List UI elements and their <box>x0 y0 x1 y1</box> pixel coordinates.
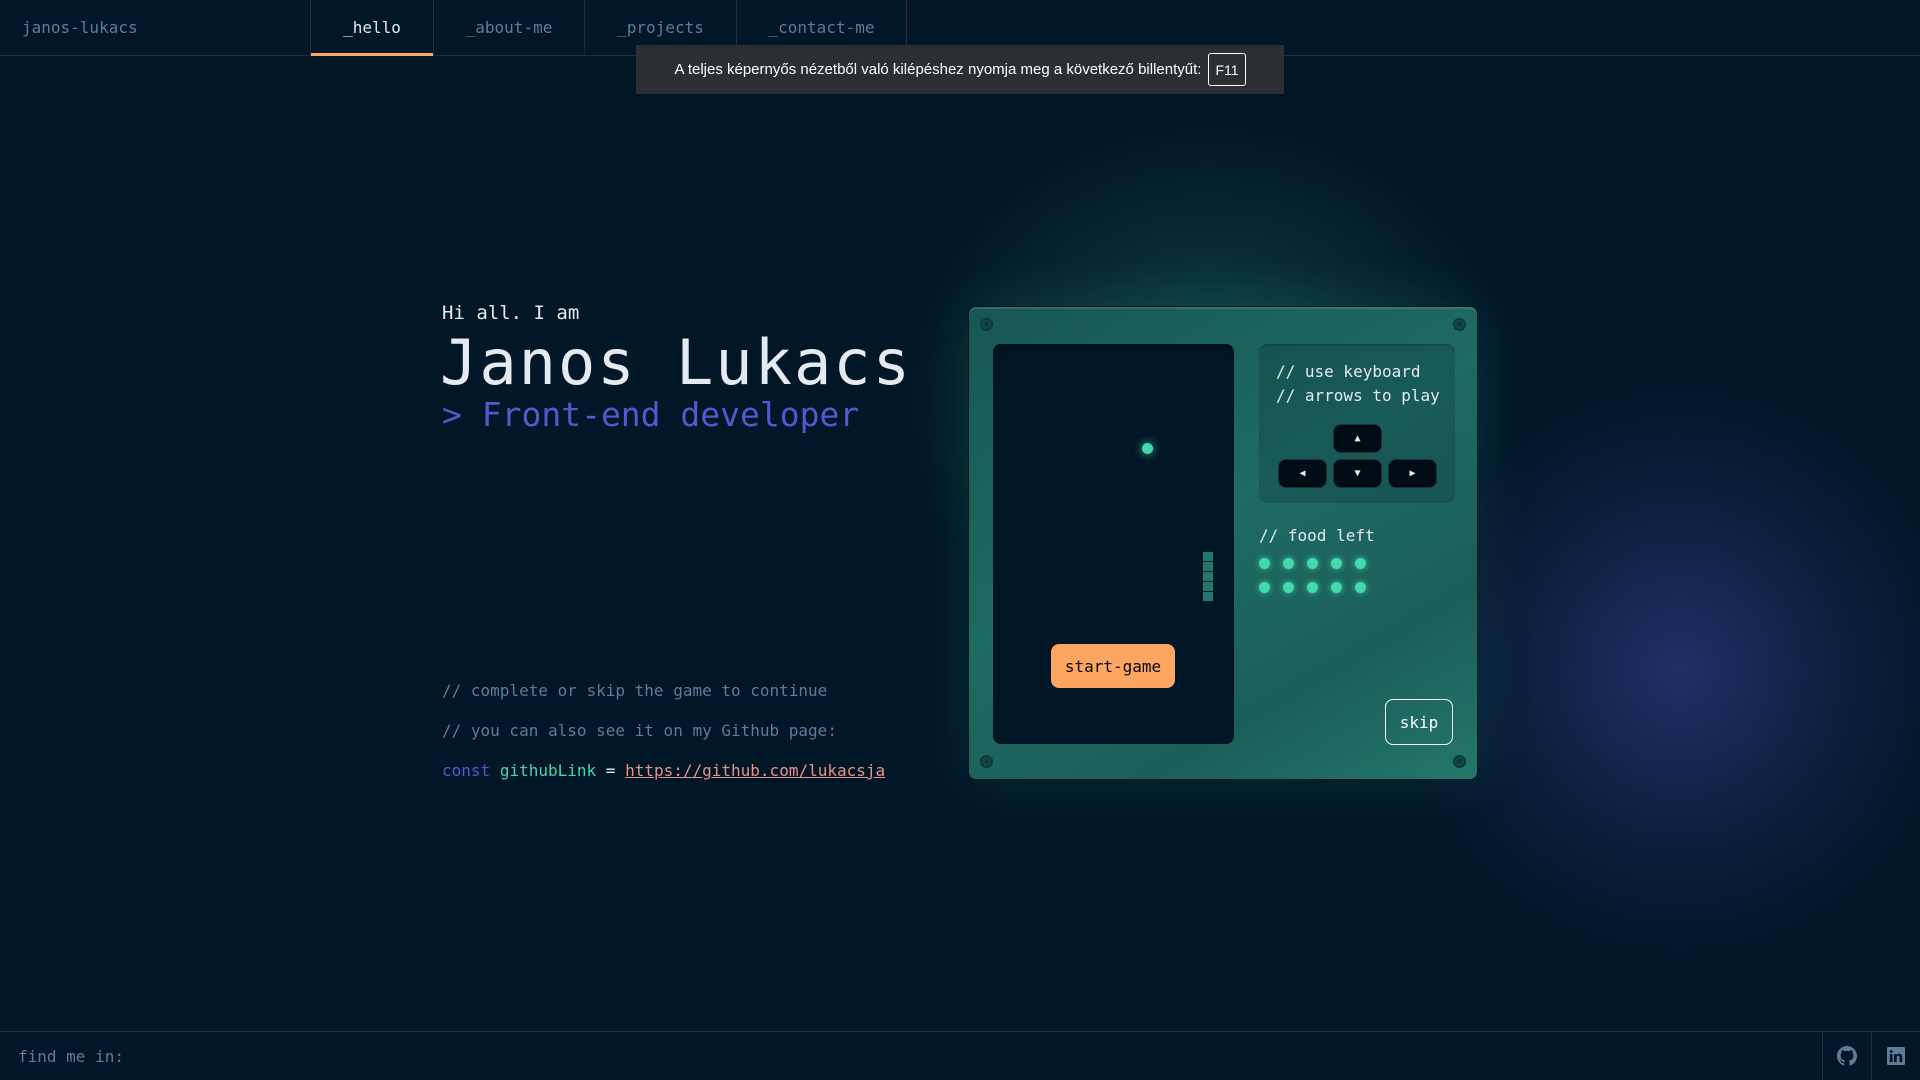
screw-icon: ✕ <box>1453 318 1466 331</box>
find-me-label: find me in: <box>18 1046 124 1066</box>
arrow-left-icon: ◀ <box>1299 468 1306 479</box>
screw-icon: ✕ <box>980 755 993 768</box>
background-glow-blue <box>1400 380 1920 960</box>
linkedin-icon <box>1887 1047 1905 1065</box>
snake-game-board: ✕ ✕ ✕ ✕ start-game // use keyboard // ar… <box>968 306 1478 780</box>
comment-github: // you can also see it on my Github page… <box>442 721 837 740</box>
food-left-dot <box>1259 582 1270 593</box>
arrow-up-icon: ▲ <box>1354 433 1361 444</box>
controls-instruction-1: // use keyboard <box>1276 362 1421 381</box>
snake <box>1203 552 1213 602</box>
food-left-dot <box>1331 582 1342 593</box>
fullscreen-key-badge: F11 <box>1208 53 1246 86</box>
snake-segment <box>1203 572 1213 581</box>
snake-segment <box>1203 562 1213 571</box>
food-left-title: // food left <box>1259 526 1375 545</box>
snake-segment <box>1203 552 1213 561</box>
food-left-dot <box>1283 558 1294 569</box>
snake-segment <box>1203 582 1213 591</box>
snake-segment <box>1203 592 1213 601</box>
food-left-indicator <box>1259 558 1369 593</box>
game-screen[interactable]: start-game <box>993 344 1234 744</box>
github-link[interactable]: https://github.com/lukacsja <box>625 761 885 780</box>
site-brand[interactable]: janos-lukacs <box>0 0 311 55</box>
start-game-button[interactable]: start-game <box>1051 644 1175 688</box>
skip-button[interactable]: skip <box>1385 699 1453 745</box>
github-icon <box>1837 1046 1857 1066</box>
controls-panel: // use keyboard // arrows to play ▲ ◀ ▼ … <box>1259 344 1455 503</box>
code-github-link-line: const githubLink = https://github.com/lu… <box>442 761 885 780</box>
food-left-dot <box>1307 558 1318 569</box>
food-left-dot <box>1355 558 1366 569</box>
github-link-button[interactable] <box>1822 1031 1871 1080</box>
food-left-dot <box>1307 582 1318 593</box>
role-subtitle: > Front-end developer <box>442 395 860 434</box>
food-left-dot <box>1259 558 1270 569</box>
page-title: Janos Lukacs <box>440 326 912 399</box>
linkedin-link-button[interactable] <box>1871 1031 1920 1080</box>
tab-about-me[interactable]: _about-me <box>434 0 585 55</box>
fullscreen-notice-text: A teljes képernyős nézetből való kilépés… <box>674 61 1202 78</box>
food-left-dot <box>1355 582 1366 593</box>
code-equals: = <box>605 761 616 780</box>
controls-instruction-2: // arrows to play <box>1276 386 1440 405</box>
arrow-right-key[interactable]: ▶ <box>1388 459 1437 488</box>
screw-icon: ✕ <box>1453 755 1466 768</box>
footer: find me in: <box>0 1031 1920 1080</box>
arrow-down-icon: ▼ <box>1354 468 1361 479</box>
food-left-dot <box>1331 558 1342 569</box>
fullscreen-exit-notice: A teljes képernyős nézetből való kilépés… <box>636 45 1284 94</box>
tab-hello[interactable]: _hello <box>311 0 434 56</box>
comment-continue: // complete or skip the game to continue <box>442 681 828 700</box>
arrow-down-key[interactable]: ▼ <box>1333 459 1382 488</box>
food-dot <box>1142 443 1153 454</box>
code-keyword: const <box>442 761 491 780</box>
food-left-dot <box>1283 582 1294 593</box>
greeting-text: Hi all. I am <box>442 302 580 324</box>
screw-icon: ✕ <box>980 318 993 331</box>
code-variable: githubLink <box>499 761 597 780</box>
arrow-right-icon: ▶ <box>1409 468 1416 479</box>
arrow-left-key[interactable]: ◀ <box>1278 459 1327 488</box>
arrow-up-key[interactable]: ▲ <box>1333 424 1382 453</box>
